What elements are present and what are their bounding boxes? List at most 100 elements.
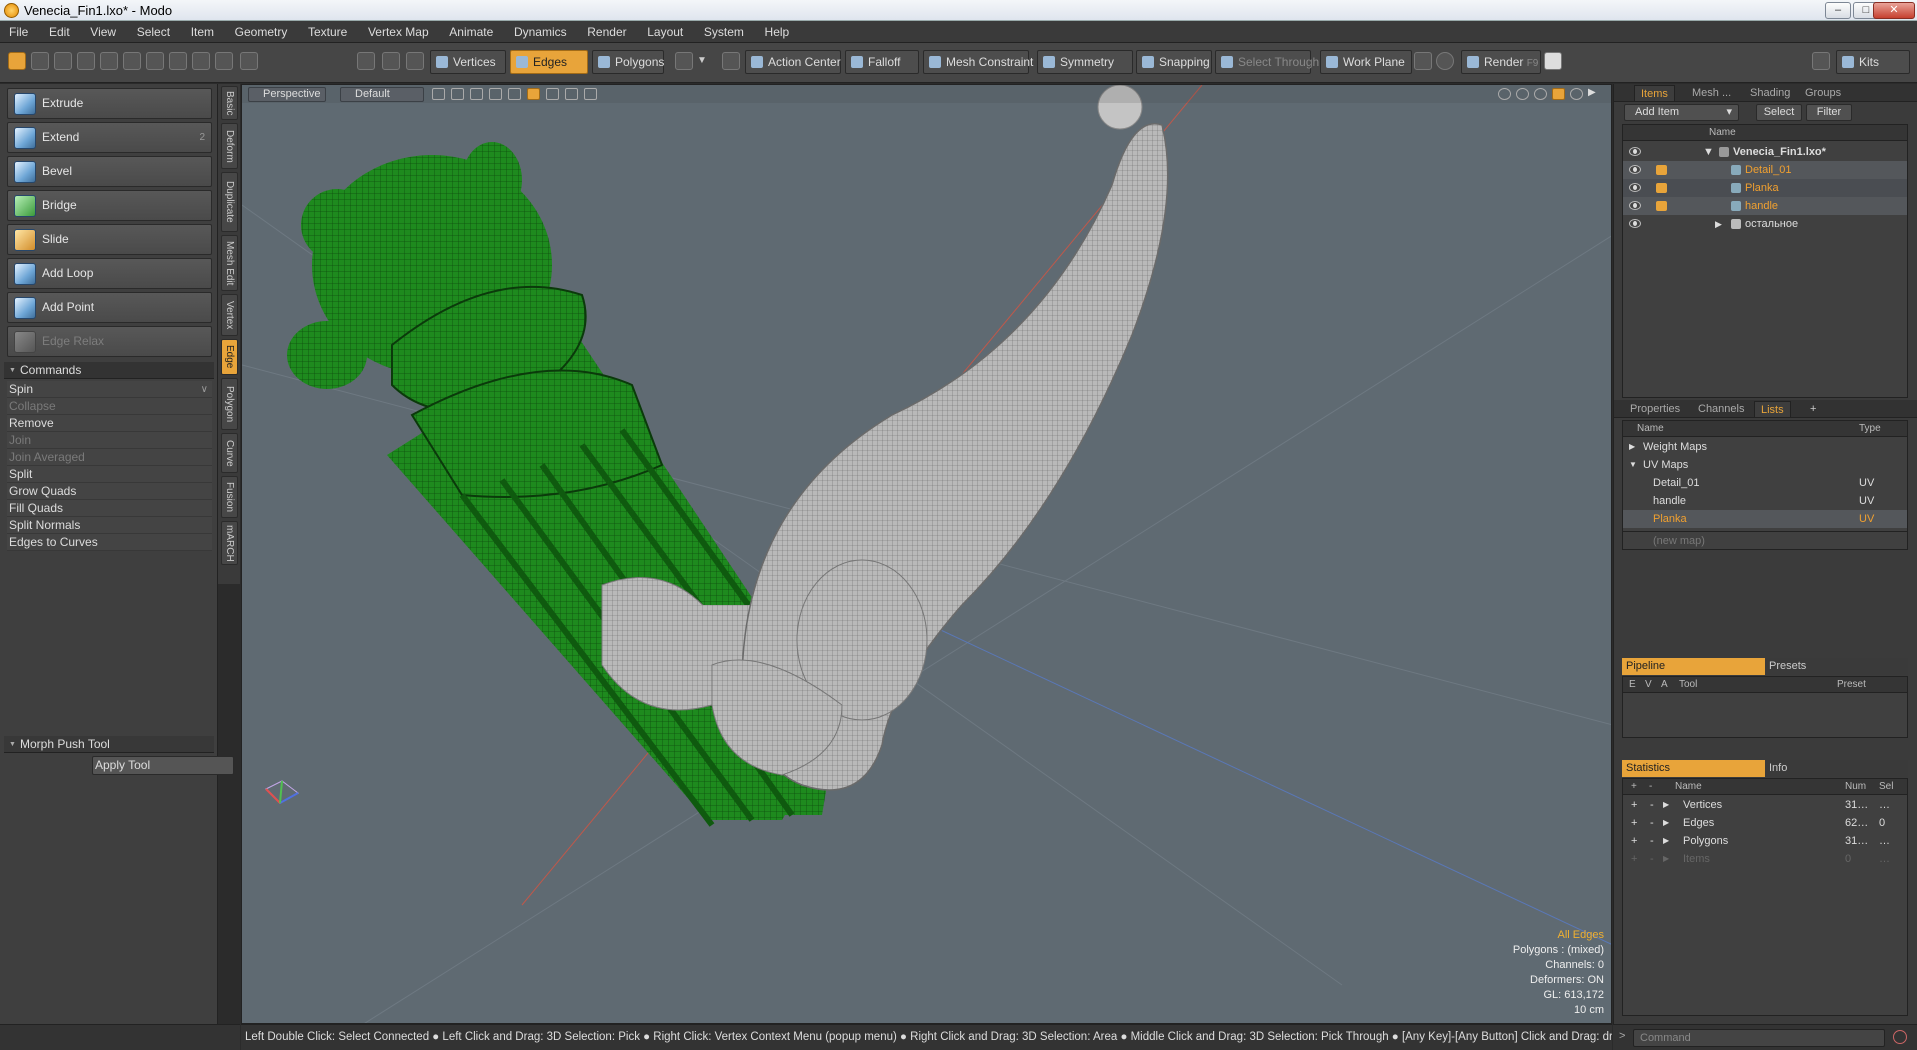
orbit-icon[interactable] <box>1516 88 1529 100</box>
tab-shading[interactable]: Shading <box>1744 85 1796 101</box>
selection-dropdown-chevron-icon[interactable]: ▼ <box>697 52 711 70</box>
new-map-row[interactable]: (new map) <box>1622 532 1908 550</box>
visibility-eye-icon[interactable] <box>1629 201 1641 210</box>
map-row-detail-01[interactable]: Detail_01 UV <box>1623 474 1907 492</box>
stats-icon[interactable] <box>584 88 597 100</box>
menu-animate[interactable]: Animate <box>440 21 501 39</box>
remove-icon[interactable]: - <box>1650 832 1654 850</box>
menu-texture[interactable]: Texture <box>299 21 355 39</box>
dimensions-icon[interactable] <box>565 88 578 100</box>
tab-groups[interactable]: Groups <box>1799 85 1847 101</box>
item-row-other[interactable]: ▶ остальное <box>1623 215 1907 233</box>
scale-tool-icon[interactable] <box>77 52 95 70</box>
remove-icon[interactable]: - <box>1650 796 1654 814</box>
edges-view-icon[interactable] <box>527 88 540 100</box>
item-row-handle[interactable]: handle <box>1623 197 1907 215</box>
element-move-icon[interactable] <box>146 52 164 70</box>
extrude-button[interactable]: Extrude <box>7 88 212 119</box>
brush-tool-icon[interactable] <box>100 52 118 70</box>
pan-icon[interactable] <box>1498 88 1511 100</box>
kits-button[interactable]: Kits <box>1836 50 1910 74</box>
tab-channels[interactable]: Channels <box>1692 401 1750 417</box>
menu-layout[interactable]: Layout <box>638 21 691 39</box>
tab-pipeline[interactable]: Pipeline <box>1622 658 1765 675</box>
bevel-button[interactable]: Bevel <box>7 156 212 187</box>
expand-arrow-icon[interactable]: ▶ <box>1663 796 1669 814</box>
tab-statistics[interactable]: Statistics <box>1622 760 1765 777</box>
mode-icon[interactable] <box>240 52 258 70</box>
edges-mode-button[interactable]: Edges <box>510 50 588 74</box>
move-tool-icon[interactable] <box>31 52 49 70</box>
command-history-icon[interactable] <box>1893 1030 1907 1044</box>
add-icon[interactable]: + <box>1631 850 1637 868</box>
add-point-button[interactable]: Add Point <box>7 292 212 323</box>
add-tab-button[interactable]: + <box>1804 401 1822 417</box>
command-remove[interactable]: Remove <box>7 415 212 432</box>
expand-arrow-icon[interactable]: ▶ <box>1715 215 1722 233</box>
command-split-normals[interactable]: Split Normals <box>7 517 212 534</box>
expand-arrow-icon[interactable]: ▼ <box>1703 143 1714 161</box>
add-loop-button[interactable]: Add Loop <box>7 258 212 289</box>
layers-view-icon[interactable] <box>508 88 521 100</box>
items-mode-icon[interactable] <box>357 52 375 70</box>
tab-basic[interactable]: Basic <box>221 86 238 120</box>
tab-presets[interactable]: Presets <box>1765 658 1908 675</box>
menu-render[interactable]: Render <box>578 21 634 39</box>
maximize-viewport-icon[interactable] <box>1552 88 1565 100</box>
command-collapse[interactable]: Collapse <box>7 398 212 415</box>
morph-push-tool-header[interactable]: Morph Push Tool <box>4 736 214 753</box>
tab-deform[interactable]: Deform <box>221 123 238 169</box>
solid-icon[interactable] <box>470 88 483 100</box>
expand-arrow-icon[interactable]: ▶ <box>1663 832 1669 850</box>
camera-icon[interactable] <box>1414 52 1432 70</box>
tab-items[interactable]: Items <box>1634 85 1675 101</box>
action-center-button[interactable]: Action Center <box>745 50 841 74</box>
tab-fusion[interactable]: Fusion <box>221 476 238 518</box>
menu-vertex-map[interactable]: Vertex Map <box>359 21 437 39</box>
menu-dynamics[interactable]: Dynamics <box>505 21 575 39</box>
view-type-dropdown[interactable]: Perspective <box>248 87 326 102</box>
uv-tool-icon[interactable] <box>215 52 233 70</box>
select-button[interactable]: Select <box>1756 104 1802 121</box>
viewport-gear-icon[interactable] <box>1570 88 1583 100</box>
texture-icon[interactable] <box>489 88 502 100</box>
tab-properties[interactable]: Properties <box>1624 401 1686 417</box>
zoom-icon[interactable] <box>1534 88 1547 100</box>
transform-tool-icon[interactable] <box>123 52 141 70</box>
tab-duplicate[interactable]: Duplicate <box>221 172 238 232</box>
slide-button[interactable]: Slide <box>7 224 212 255</box>
command-input[interactable]: Command <box>1633 1029 1885 1047</box>
rotate-tool-icon[interactable] <box>54 52 72 70</box>
command-join[interactable]: Join <box>7 432 212 449</box>
map-row-planka[interactable]: Planka UV <box>1623 510 1907 528</box>
tab-mesh[interactable]: Mesh ... <box>1686 85 1737 101</box>
expand-arrow-icon[interactable]: ▶ <box>1663 814 1669 832</box>
menu-file[interactable]: File <box>0 21 36 39</box>
command-grow-quads[interactable]: Grow Quads <box>7 483 212 500</box>
command-edges-to-curves[interactable]: Edges to Curves <box>7 534 212 551</box>
minimize-button[interactable]: – <box>1825 2 1851 19</box>
map-row-weight-maps[interactable]: ▶ Weight Maps <box>1623 438 1907 456</box>
work-plane-button[interactable]: Work Plane <box>1320 50 1412 74</box>
close-button[interactable]: ✕ <box>1873 2 1915 19</box>
wireframe-icon[interactable] <box>432 88 445 100</box>
vertex-view-icon[interactable] <box>546 88 559 100</box>
expand-arrow-icon[interactable]: ▶ <box>1629 438 1635 456</box>
visibility-eye-icon[interactable] <box>1629 219 1641 228</box>
map-row-handle[interactable]: handle UV <box>1623 492 1907 510</box>
command-join-averaged[interactable]: Join Averaged <box>7 449 212 466</box>
add-icon[interactable]: + <box>1631 832 1637 850</box>
item-row-planka[interactable]: Planka <box>1623 179 1907 197</box>
stats-row-items[interactable]: + - ▶ Items 0… <box>1623 850 1907 868</box>
snap-move-icon[interactable] <box>169 52 187 70</box>
tab-mesh-edit[interactable]: Mesh Edit <box>221 235 238 291</box>
tab-curve[interactable]: Curve <box>221 433 238 473</box>
tab-edge[interactable]: Edge <box>221 339 238 375</box>
add-icon[interactable]: + <box>1631 814 1637 832</box>
stats-row-polygons[interactable]: + - ▶ Polygons 31…… <box>1623 832 1907 850</box>
select-tool-icon[interactable] <box>8 52 26 70</box>
tab-vertex[interactable]: Vertex <box>221 294 238 336</box>
collapse-arrow-icon[interactable]: ▼ <box>1629 456 1637 474</box>
layers-icon[interactable] <box>1544 52 1562 70</box>
remove-icon[interactable]: - <box>1650 850 1654 868</box>
